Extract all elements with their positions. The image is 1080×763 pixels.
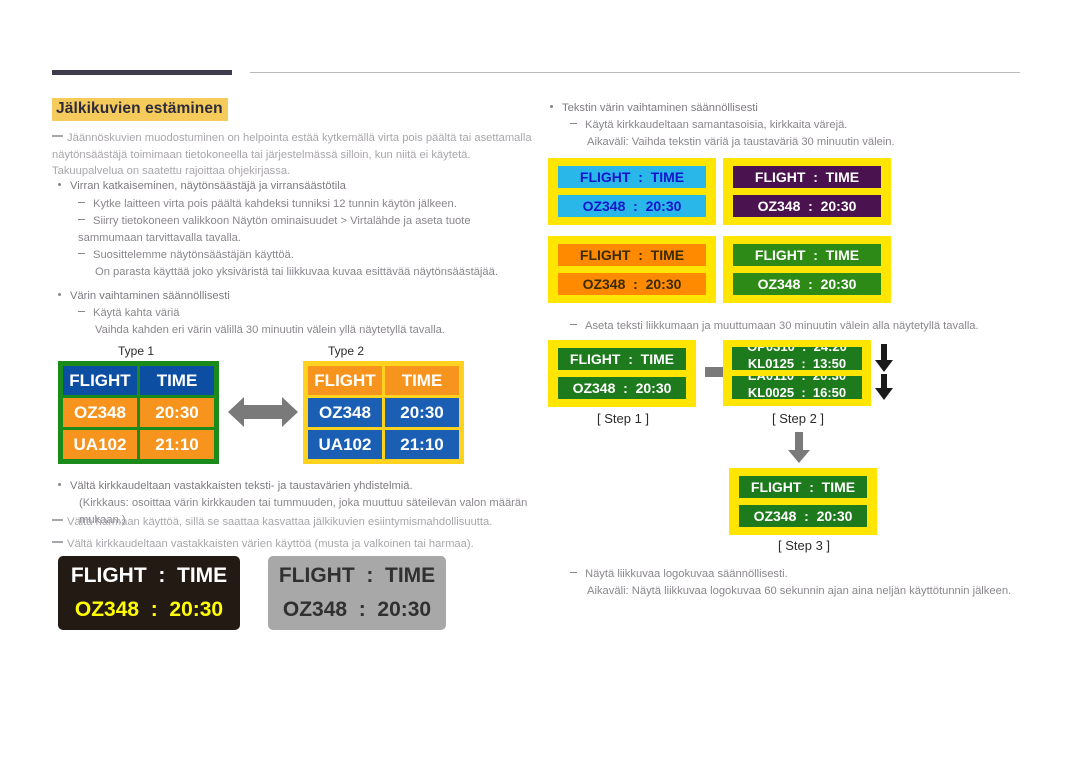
board-type-1: FLIGHT TIME OZ348 20:30 UA102 21:10	[58, 361, 219, 464]
em-dash-icon	[52, 135, 63, 137]
panel-line-header: FLIGHT : TIME	[70, 564, 228, 587]
board-row: UA102 21:10	[308, 430, 459, 459]
color-sample-purple: FLIGHT : TIME OZ348 : 20:30	[723, 158, 891, 225]
bullet-dot-icon	[58, 183, 61, 186]
board-cell: 20:30	[140, 398, 214, 427]
step-down-arrow-icon	[787, 432, 811, 469]
scroll-line-incoming: KL0125 : 13:50	[747, 356, 847, 370]
page-title: Jälkikuvien estäminen	[52, 98, 228, 121]
scrolling-slot: OP0310 : 24:20KL0125 : 13:50	[732, 347, 862, 370]
left-note-2: Vältä harmaan käyttöä, sillä se saattaa …	[52, 514, 552, 531]
sample-bar-header: FLIGHT : TIME	[558, 244, 706, 266]
step-bar-header: FLIGHT : TIME	[558, 348, 686, 370]
sample-bar-value: OZ348 : 20:30	[733, 195, 881, 217]
sample-bar-header: FLIGHT : TIME	[558, 166, 706, 188]
en-dash-icon	[78, 310, 85, 312]
right-bullet-1: Tekstin värin vaihtaminen säännöllisesti	[550, 100, 1020, 117]
left-note-3: Vältä kirkkaudeltaan vastakkaisten värie…	[52, 536, 552, 553]
step-bar-header: FLIGHT : TIME	[739, 476, 867, 498]
right-bullet-logo-b: Aikaväli: Näytä liikkuvaa logokuvaa 60 s…	[587, 585, 1012, 597]
intro-note: Jäännöskuvien muodostuminen on helpointa…	[52, 132, 532, 177]
bullet-dot-icon	[550, 105, 553, 108]
en-dash-icon	[570, 122, 577, 124]
right-sub-1-1: Käytä kirkkaudeltaan samantasoisia, kirk…	[570, 117, 1020, 134]
board-cell: OZ348	[308, 398, 382, 427]
bullet-dot-icon	[58, 483, 61, 486]
right-bullet-logo: Näytä liikkuvaa logokuvaa säännöllisesti…	[570, 566, 1030, 583]
em-dash-icon	[52, 541, 63, 543]
en-dash-icon	[570, 323, 577, 325]
left-sub-1-2: Siirry tietokoneen valikkoon Näytön omin…	[78, 215, 471, 244]
board-cell: FLIGHT	[63, 366, 137, 395]
en-dash-icon	[78, 218, 85, 220]
right-sub-1-2: Aikaväli: Vaihda tekstin väriä ja tausta…	[587, 136, 895, 148]
left-sub-2-1b: Vaihda kahden eri värin välillä 30 minuu…	[95, 324, 445, 336]
header-rule-dark	[52, 70, 232, 75]
left-bullet-1: Virran katkaiseminen, näytönsäästäjä ja …	[58, 178, 528, 195]
scroll-down-arrows-icon	[872, 344, 896, 407]
step-bar-value: OZ348 : 20:30	[739, 505, 867, 527]
step-3-label: [ Step 3 ]	[778, 538, 831, 553]
board-cell: OZ348	[63, 398, 137, 427]
sample-bar-value: OZ348 : 20:30	[558, 273, 706, 295]
scroll-line-outgoing: EA0110 : 20:30	[732, 376, 862, 384]
board-cell: 20:30	[385, 398, 459, 427]
right-sub-2: Aseta teksti liikkumaan ja muuttumaan 30…	[570, 318, 1030, 335]
panel-line-value: OZ348 : 20:30	[74, 598, 224, 621]
panel-line-value: OZ348 : 20:30	[282, 598, 432, 621]
left-sub-1-1: Kytke laitteen virta pois päältä kahdeks…	[78, 196, 528, 213]
sample-bar-header: FLIGHT : TIME	[733, 166, 881, 188]
panel-dark-sample: FLIGHT : TIME OZ348 : 20:30	[58, 556, 240, 630]
bullet-dot-icon	[58, 293, 61, 296]
color-sample-green: FLIGHT : TIME OZ348 : 20:30	[723, 236, 891, 303]
en-dash-icon	[570, 571, 577, 573]
sample-bar-header: FLIGHT : TIME	[733, 244, 881, 266]
board-cell: FLIGHT	[308, 366, 382, 395]
en-dash-icon	[78, 201, 85, 203]
step-2-label: [ Step 2 ]	[772, 411, 825, 426]
board-row: FLIGHT TIME	[63, 366, 214, 395]
board-cell: UA102	[63, 430, 137, 459]
scroll-line-incoming: KL0025 : 16:50	[747, 385, 847, 399]
step-1-label: [ Step 1 ]	[597, 411, 650, 426]
board-row: FLIGHT TIME	[308, 366, 459, 395]
left-sub-1-3b: On parasta käyttää joko yksiväristä tai …	[95, 266, 498, 278]
panel-gray-sample: FLIGHT : TIME OZ348 : 20:30	[268, 556, 446, 630]
scroll-line-outgoing: OP0310 : 24:20	[732, 347, 862, 355]
board-cell: 21:10	[140, 430, 214, 459]
left-sub-1-3: Suosittelemme näytönsäästäjän käyttöä.	[78, 247, 528, 264]
left-bullet-2: Värin vaihtaminen säännöllisesti	[58, 288, 528, 305]
step-3-panel: FLIGHT : TIME OZ348 : 20:30	[729, 468, 877, 535]
board-cell: 21:10	[385, 430, 459, 459]
board-cell: TIME	[140, 366, 214, 395]
board-row: UA102 21:10	[63, 430, 214, 459]
step-1-panel: FLIGHT : TIME OZ348 : 20:30	[548, 340, 696, 407]
step-2-panel: OP0310 : 24:20KL0125 : 13:50 EA0110 : 20:…	[723, 340, 871, 406]
double-arrow-icon	[228, 392, 298, 437]
step-bar-value: OZ348 : 20:30	[558, 377, 686, 399]
board-row: OZ348 20:30	[63, 398, 214, 427]
sample-bar-value: OZ348 : 20:30	[558, 195, 706, 217]
board-cell: UA102	[308, 430, 382, 459]
type-2-label: Type 2	[328, 344, 365, 358]
em-dash-icon	[52, 519, 63, 521]
color-sample-orange: FLIGHT : TIME OZ348 : 20:30	[548, 236, 716, 303]
left-sub-2-1: Käytä kahta väriä	[78, 305, 528, 322]
scrolling-slot: EA0110 : 20:30KL0025 : 16:50	[732, 376, 862, 399]
en-dash-icon	[78, 252, 85, 254]
sample-bar-value: OZ348 : 20:30	[733, 273, 881, 295]
left-bullet-3: Vältä kirkkaudeltaan vastakkaisten tekst…	[58, 478, 548, 495]
board-cell: TIME	[385, 366, 459, 395]
type-1-label: Type 1	[118, 344, 155, 358]
panel-line-header: FLIGHT : TIME	[278, 564, 436, 587]
color-sample-cyan: FLIGHT : TIME OZ348 : 20:30	[548, 158, 716, 225]
document-page: Jälkikuvien estäminen Jäännöskuvien muod…	[0, 0, 1080, 763]
board-row: OZ348 20:30	[308, 398, 459, 427]
header-rule-light	[250, 72, 1020, 73]
board-type-2: FLIGHT TIME OZ348 20:30 UA102 21:10	[303, 361, 464, 464]
